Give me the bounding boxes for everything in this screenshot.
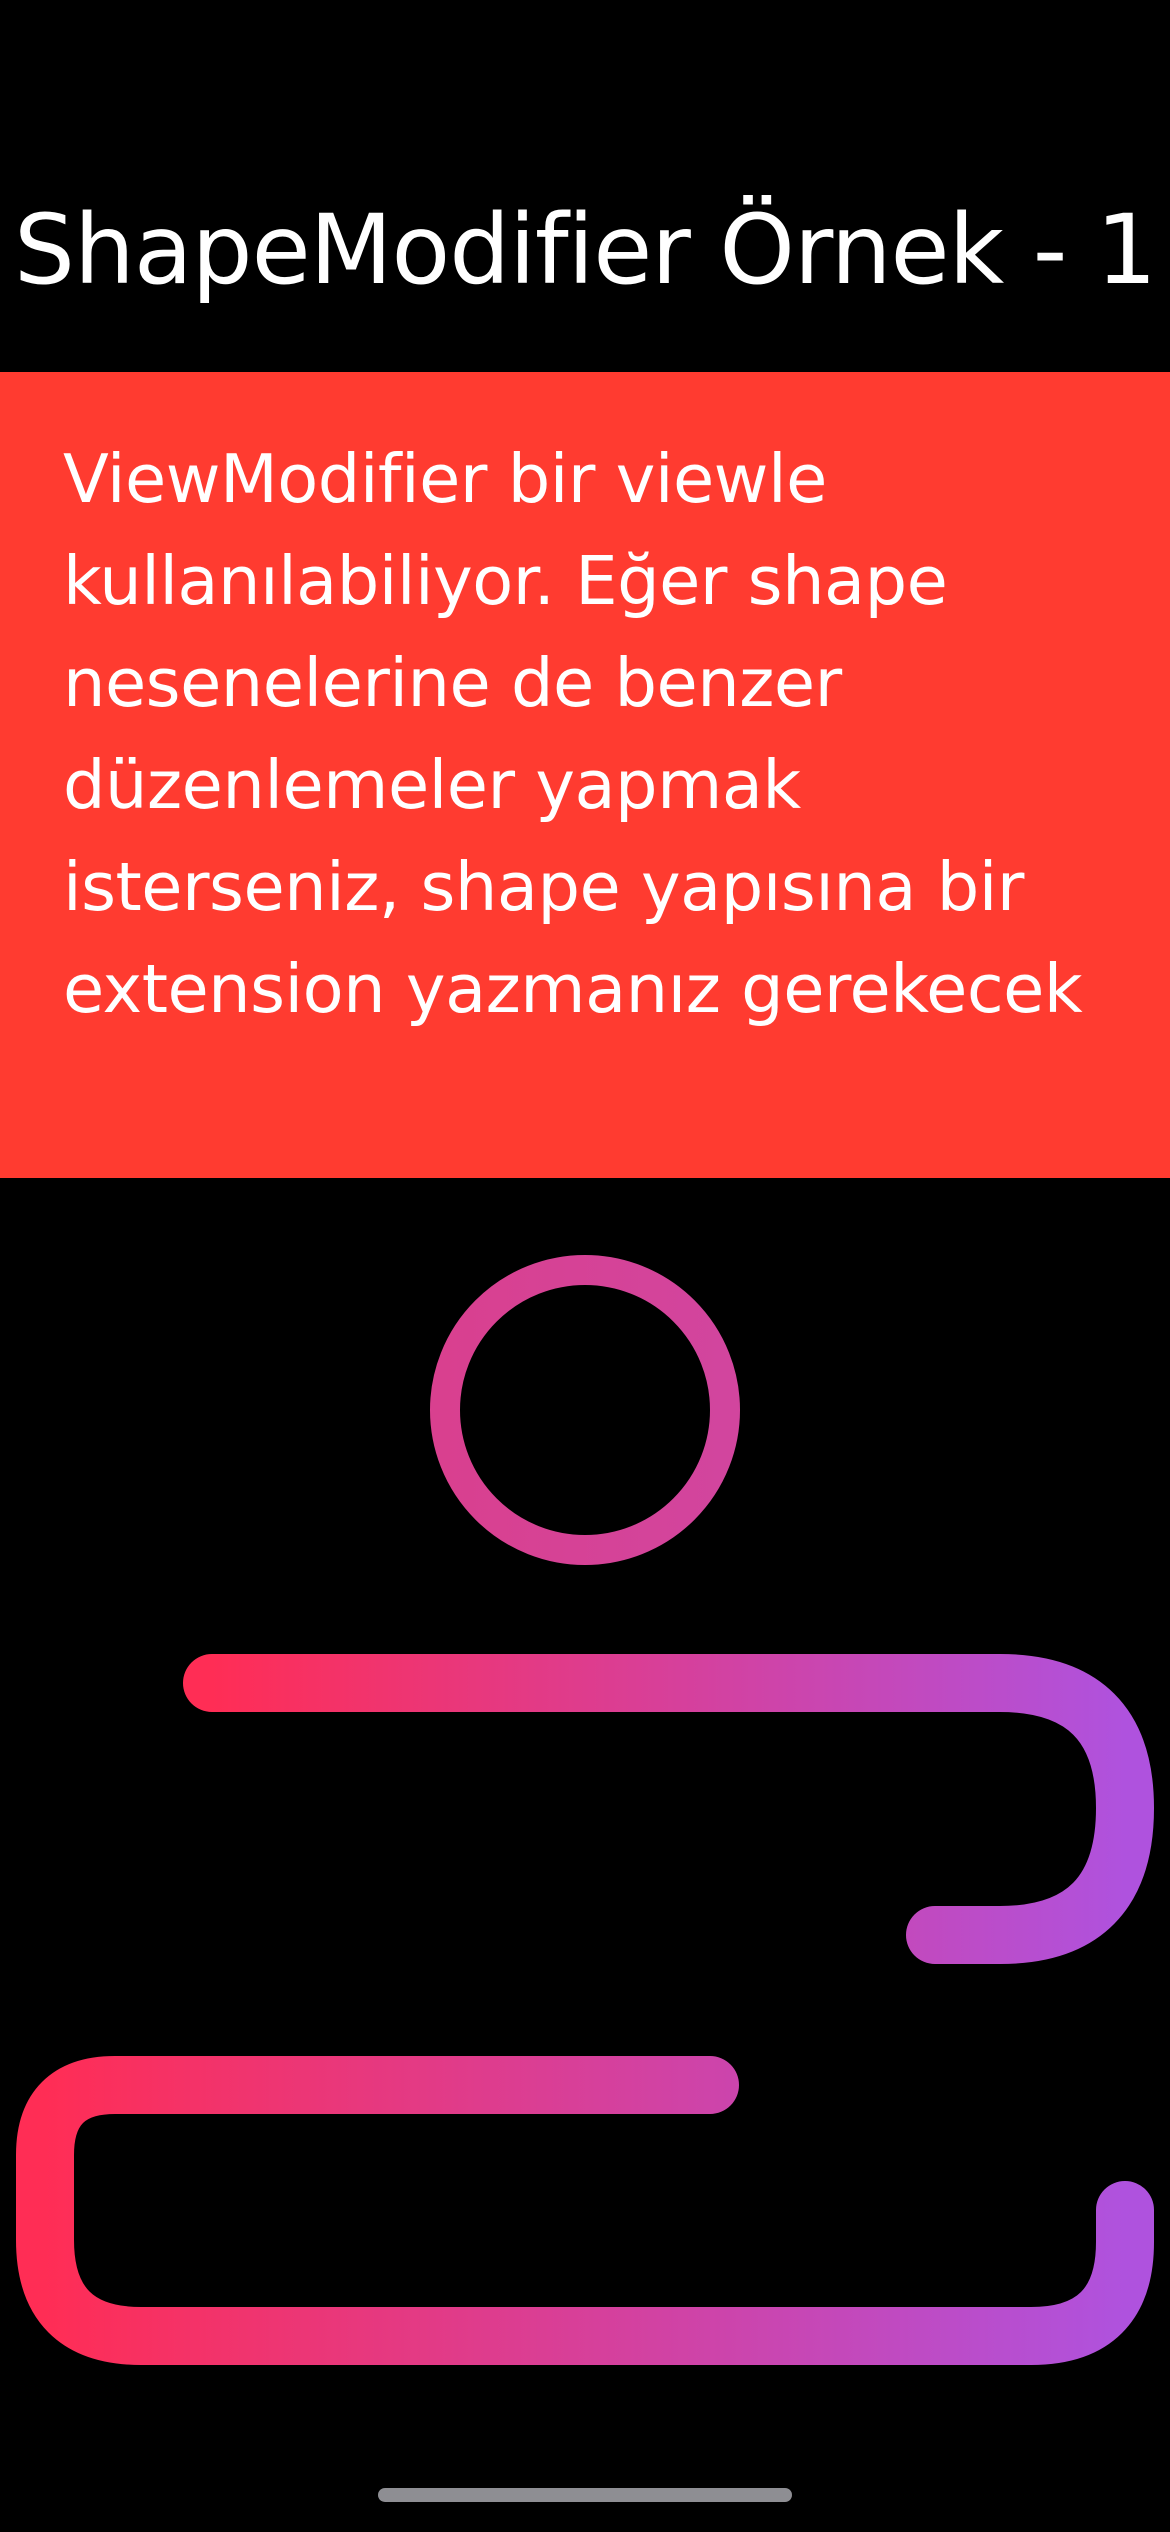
- gradient-circle-shape: [430, 1255, 740, 1565]
- gradient-hook-path-top: [183, 1654, 1154, 1964]
- home-indicator[interactable]: [378, 2488, 792, 2502]
- shapes-canvas: [16, 1255, 1154, 2365]
- gradient-hook-path-bottom: [16, 2056, 1154, 2365]
